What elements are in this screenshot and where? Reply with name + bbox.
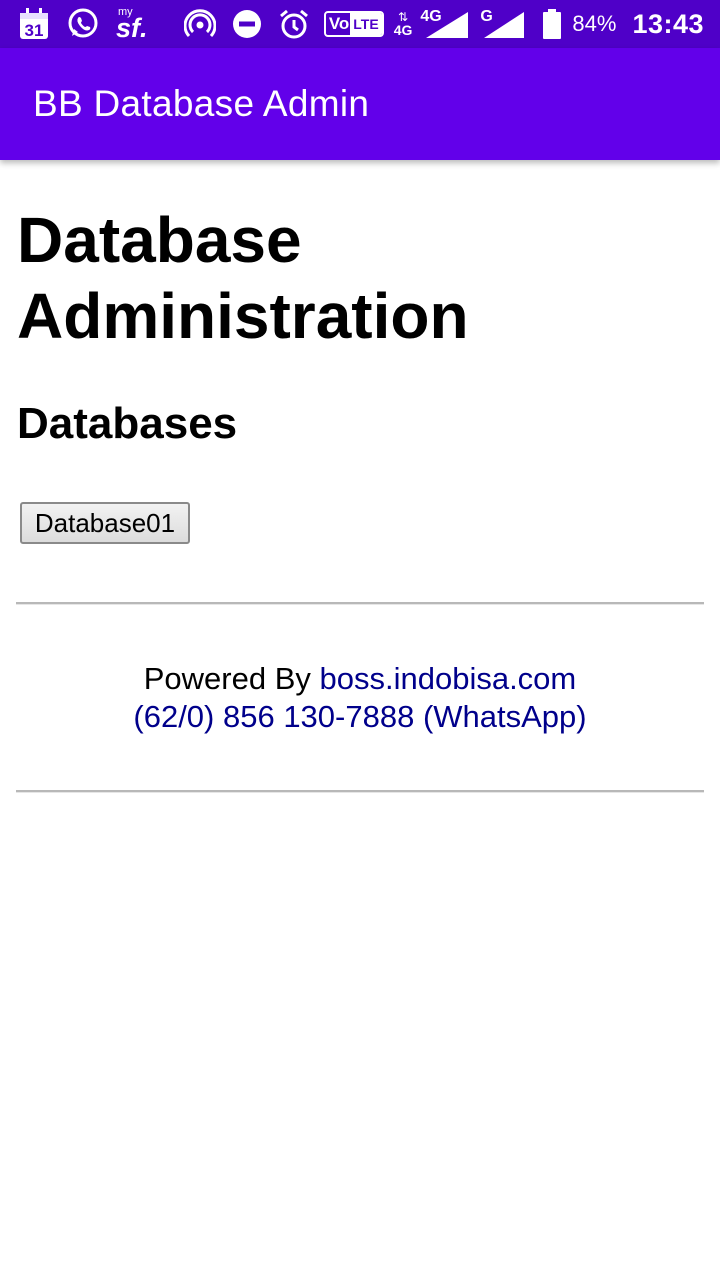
clock-time: 13:43: [632, 8, 704, 39]
volte-label-a: Vo: [328, 14, 350, 33]
whatsapp-icon: [66, 6, 100, 42]
do-not-disturb-icon: [232, 6, 262, 42]
network-4g-small: 4G: [393, 22, 413, 38]
signal-icon: 4G: [420, 6, 472, 42]
divider-bottom: [16, 790, 704, 793]
app-title: BB Database Admin: [33, 83, 370, 124]
footer-line-1: Powered By boss.indobisa.com: [0, 660, 720, 698]
status-bar-right: Vo LTE ⇅ 4G 4G G 84% 13:43: [323, 6, 704, 42]
calendar-icon: 31: [18, 6, 50, 42]
powered-by-label: Powered By: [143, 661, 311, 696]
section-title-databases: Databases: [17, 399, 238, 448]
page-title: Database Administration: [17, 204, 469, 352]
site-link[interactable]: boss.indobisa.com: [320, 661, 577, 696]
battery-percent: 84%: [572, 11, 617, 36]
app-bar: BB Database Admin: [0, 48, 720, 160]
hotspot-icon: [183, 6, 216, 42]
footer-line-2: (62/0) 856 130-7888 (WhatsApp): [0, 698, 720, 736]
carrier-logo-text: sf.: [116, 12, 148, 43]
calendar-day: 31: [25, 21, 44, 40]
volte-label-b: LTE: [350, 13, 382, 35]
divider-top: [16, 602, 704, 605]
volte-icon: Vo LTE: [323, 6, 384, 42]
network-g-label: G: [480, 8, 493, 25]
network-4g-label: 4G: [420, 8, 442, 25]
whatsapp-phone-link[interactable]: (62/0) 856 130-7888 (WhatsApp): [133, 699, 586, 734]
alarm-icon: [278, 6, 310, 42]
carrier-logo: my sf.: [116, 6, 148, 42]
battery-icon: [542, 6, 562, 42]
database01-button[interactable]: Database01: [20, 502, 190, 544]
data-arrows-icon: ⇅ 4G: [393, 10, 413, 38]
signal-icon-g: G: [480, 6, 526, 42]
status-bar: 31 my sf. Vo LTE ⇅ 4G 4G G 84% 13:43: [0, 0, 720, 48]
status-bar-left: 31 my sf.: [18, 6, 310, 42]
footer: Powered By boss.indobisa.com (62/0) 856 …: [0, 660, 720, 736]
